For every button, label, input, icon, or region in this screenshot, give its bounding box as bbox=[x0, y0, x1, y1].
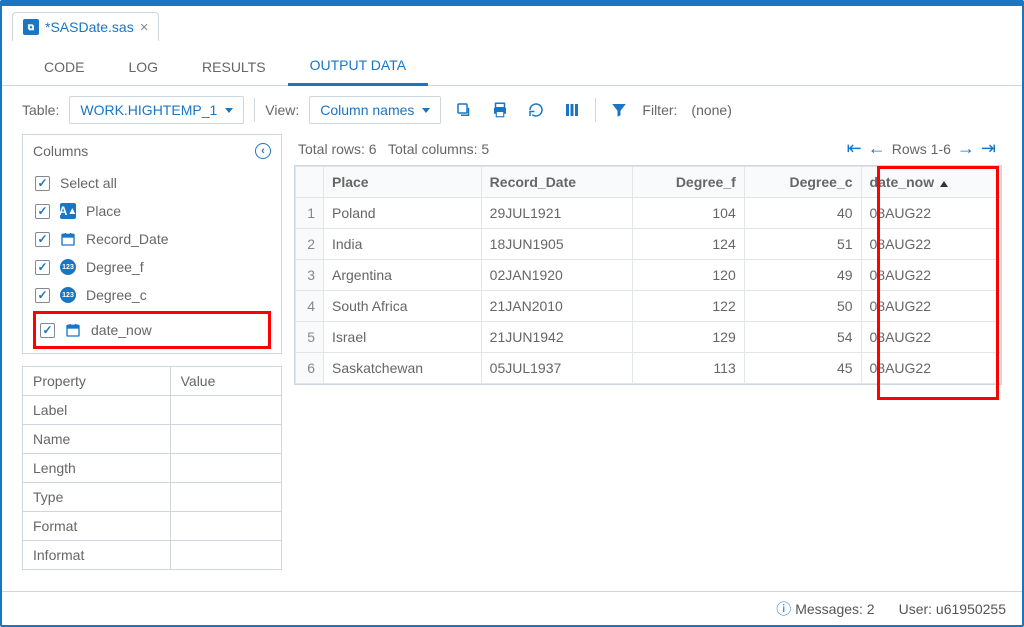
last-page-icon[interactable]: ⇥ bbox=[981, 138, 996, 159]
chevron-down-icon bbox=[422, 108, 430, 113]
col-header[interactable]: Record_Date bbox=[481, 167, 632, 198]
column-item[interactable]: Record_Date bbox=[33, 225, 271, 253]
column-label: Record_Date bbox=[86, 231, 169, 247]
select-all-label: Select all bbox=[60, 175, 117, 191]
column-label: Degree_c bbox=[86, 287, 147, 303]
table-label: Table: bbox=[22, 102, 59, 118]
col-header-sorted[interactable]: date_now bbox=[861, 167, 1000, 198]
toolbar: Table: WORK.HIGHTEMP_1 View: Column name… bbox=[2, 86, 1022, 134]
columns-icon[interactable] bbox=[559, 97, 585, 123]
first-page-icon[interactable]: ⇤ bbox=[847, 138, 862, 159]
numeric-icon bbox=[60, 287, 76, 303]
columns-panel: Columns ‹ Select all ▲ Place Record_Date bbox=[22, 134, 282, 354]
props-row-label: Type bbox=[23, 483, 171, 512]
checkbox-checked[interactable] bbox=[35, 232, 50, 247]
table-row[interactable]: 2India18JUN19051245108AUG22 bbox=[296, 229, 1001, 260]
sas-file-icon: ⧉ bbox=[23, 19, 39, 35]
sort-asc-icon bbox=[940, 181, 948, 187]
col-header[interactable]: Degree_c bbox=[744, 167, 861, 198]
export-icon[interactable] bbox=[451, 97, 477, 123]
props-row-label: Name bbox=[23, 425, 171, 454]
chevron-down-icon bbox=[225, 108, 233, 113]
table-header-row: Place Record_Date Degree_f Degree_c date… bbox=[296, 167, 1001, 198]
checkbox-checked[interactable] bbox=[35, 176, 50, 191]
total-columns: Total columns: 5 bbox=[388, 141, 489, 157]
checkbox-checked[interactable] bbox=[40, 323, 55, 338]
columns-header: Columns bbox=[33, 143, 88, 159]
table-select[interactable]: WORK.HIGHTEMP_1 bbox=[69, 96, 244, 124]
table-row[interactable]: 5Israel21JUN19421295408AUG22 bbox=[296, 322, 1001, 353]
info-icon: ⓘ bbox=[776, 601, 791, 618]
rows-range: Rows 1-6 bbox=[892, 141, 951, 157]
properties-table: PropertyValue Label Name Length Type For… bbox=[22, 366, 282, 570]
column-item[interactable]: date_now bbox=[36, 316, 268, 344]
next-page-icon[interactable]: → bbox=[957, 138, 975, 159]
file-tab-active[interactable]: ⧉ *SASDate.sas × bbox=[12, 12, 159, 41]
filter-icon[interactable] bbox=[606, 97, 632, 123]
total-rows: Total rows: 6 bbox=[298, 141, 377, 157]
filter-value: (none) bbox=[691, 102, 731, 118]
table-row[interactable]: 6Saskatchewan05JUL19371134508AUG22 bbox=[296, 353, 1001, 384]
checkbox-checked[interactable] bbox=[35, 288, 50, 303]
props-row-label: Length bbox=[23, 454, 171, 483]
data-table-wrap: Place Record_Date Degree_f Degree_c date… bbox=[294, 165, 1002, 385]
view-select[interactable]: Column names bbox=[309, 96, 441, 124]
file-tab-label: *SASDate.sas bbox=[45, 19, 134, 35]
table-row[interactable]: 3Argentina02JAN19201204908AUG22 bbox=[296, 260, 1001, 291]
props-row-label: Informat bbox=[23, 541, 171, 570]
alpha-icon: ▲ bbox=[60, 203, 76, 219]
view-value: Column names bbox=[320, 102, 414, 118]
col-header[interactable]: Place bbox=[324, 167, 482, 198]
column-label: Place bbox=[86, 203, 121, 219]
calendar-icon bbox=[65, 322, 81, 338]
calendar-icon bbox=[60, 231, 76, 247]
messages-button[interactable]: ⓘ Messages: 2 bbox=[776, 598, 874, 619]
prev-page-icon[interactable]: ← bbox=[868, 138, 886, 159]
user-info: User: u61950255 bbox=[899, 601, 1006, 617]
tab-code[interactable]: CODE bbox=[22, 49, 106, 85]
column-item[interactable]: ▲ Place bbox=[33, 197, 271, 225]
column-label: date_now bbox=[91, 322, 152, 338]
numeric-icon bbox=[60, 259, 76, 275]
tab-results[interactable]: RESULTS bbox=[180, 49, 288, 85]
table-value: WORK.HIGHTEMP_1 bbox=[80, 102, 217, 118]
collapse-icon[interactable]: ‹ bbox=[255, 143, 271, 159]
table-row[interactable]: 4South Africa21JAN20101225008AUG22 bbox=[296, 291, 1001, 322]
refresh-icon[interactable] bbox=[523, 97, 549, 123]
nav-tabs: CODE LOG RESULTS OUTPUT DATA bbox=[2, 41, 1022, 86]
props-row-label: Label bbox=[23, 396, 171, 425]
close-icon[interactable]: × bbox=[140, 20, 149, 35]
select-all-row[interactable]: Select all bbox=[33, 169, 271, 197]
props-header-value: Value bbox=[170, 367, 281, 396]
print-icon[interactable] bbox=[487, 97, 513, 123]
data-table: Place Record_Date Degree_f Degree_c date… bbox=[295, 166, 1001, 384]
column-item[interactable]: Degree_f bbox=[33, 253, 271, 281]
highlighted-column: date_now bbox=[33, 311, 271, 349]
file-tabs: ⧉ *SASDate.sas × bbox=[2, 6, 1022, 41]
checkbox-checked[interactable] bbox=[35, 260, 50, 275]
filter-label: Filter: bbox=[642, 102, 677, 118]
props-header-property: Property bbox=[23, 367, 171, 396]
col-header[interactable]: Degree_f bbox=[632, 167, 744, 198]
column-label: Degree_f bbox=[86, 259, 144, 275]
table-row[interactable]: 1Poland29JUL19211044008AUG22 bbox=[296, 198, 1001, 229]
column-item[interactable]: Degree_c bbox=[33, 281, 271, 309]
tab-output-data[interactable]: OUTPUT DATA bbox=[288, 47, 428, 86]
props-row-label: Format bbox=[23, 512, 171, 541]
status-bar: ⓘ Messages: 2 User: u61950255 bbox=[2, 591, 1022, 625]
checkbox-checked[interactable] bbox=[35, 204, 50, 219]
tab-log[interactable]: LOG bbox=[106, 49, 180, 85]
view-label: View: bbox=[265, 102, 299, 118]
